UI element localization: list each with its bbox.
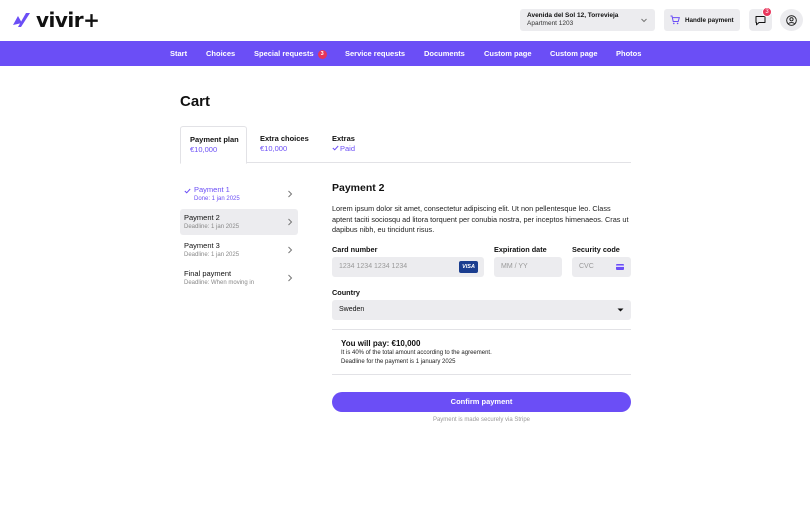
tab-extras[interactable]: Extras Paid: [323, 126, 373, 163]
nav-item-custom-page-1[interactable]: Custom page: [484, 41, 532, 66]
summary-deadline: Deadline for the payment is 1 january 20…: [341, 358, 456, 365]
check-icon: [332, 145, 339, 151]
security-code-label: Security code: [572, 245, 620, 254]
card-number-placeholder: 1234 1234 1234 1234: [339, 263, 408, 270]
tab-title: Extras: [332, 134, 355, 143]
step-item-payment-1[interactable]: Payment 1 Done: 1 jan 2025: [180, 181, 298, 207]
handle-payment-button[interactable]: Handle payment: [664, 9, 740, 31]
expiration-placeholder: MM / YY: [501, 263, 528, 270]
card-number-input[interactable]: 1234 1234 1234 1234 VISA: [332, 257, 484, 277]
user-icon: [786, 14, 797, 26]
step-item-payment-3[interactable]: Payment 3 Deadline: 1 jan 2025: [180, 237, 298, 263]
tab-amount: €10,000: [260, 144, 288, 153]
step-title: Payment 3: [184, 241, 220, 250]
country-select[interactable]: Sweden: [332, 300, 631, 320]
card-cvc-icon: [616, 264, 624, 270]
nav-item-photos[interactable]: Photos: [616, 41, 641, 66]
chevron-down-icon: [641, 18, 647, 23]
tab-title: Extra choices: [260, 134, 309, 143]
secure-payment-note: Payment is made securely via Stripe: [432, 417, 531, 423]
payment-title: Payment 2: [332, 182, 385, 194]
cart-icon: [670, 15, 680, 25]
chevron-right-icon: [288, 274, 293, 282]
chevron-down-icon: [617, 308, 624, 312]
step-deadline: Done: 1 jan 2025: [194, 196, 240, 202]
cart-tabs: Payment plan €10,000 Extra choices €10,0…: [180, 126, 631, 164]
confirm-payment-button[interactable]: Confirm payment: [332, 392, 631, 412]
user-menu-button[interactable]: [780, 9, 803, 31]
logo-mark-icon: [13, 13, 30, 27]
nav-item-choices[interactable]: Choices: [206, 41, 235, 66]
payment-steps: Payment 1 Done: 1 jan 2025 Payment 2 Dea…: [180, 181, 298, 293]
top-header: vivir+ Avenida del Sol 12, Torrevieja Ap…: [0, 0, 810, 41]
logo[interactable]: vivir+: [12, 8, 100, 32]
nav-item-service-requests[interactable]: Service requests: [345, 41, 405, 66]
nav-item-special-requests[interactable]: Special requests 3: [254, 41, 327, 66]
address-selector[interactable]: Avenida del Sol 12, Torrevieja Apartment…: [520, 9, 655, 31]
step-item-final-payment[interactable]: Final payment Deadline: When moving in: [180, 265, 298, 291]
address-line1: Avenida del Sol 12, Torrevieja: [527, 12, 619, 19]
nav-item-custom-page-2[interactable]: Custom page: [550, 41, 598, 66]
tab-status-label: Paid: [340, 144, 356, 153]
expiration-input[interactable]: MM / YY: [494, 257, 562, 277]
step-item-payment-2[interactable]: Payment 2 Deadline: 1 jan 2025: [180, 209, 298, 235]
tab-amount: €10,000: [190, 145, 218, 154]
summary-percentage: It is 40% of the total amount according …: [341, 350, 492, 356]
chevron-right-icon: [288, 246, 293, 254]
tab-title: Payment plan: [190, 135, 239, 144]
payment-summary: You will pay: €10,000 It is 40% of the t…: [332, 329, 631, 375]
main-nav: Start Choices Special requests 3 Service …: [0, 41, 810, 66]
messages-badge: 3: [762, 7, 772, 17]
nav-item-special-requests-label: Special requests: [254, 49, 314, 58]
messages-button[interactable]: 3: [749, 7, 772, 31]
security-code-placeholder: CVC: [579, 263, 594, 270]
step-title: Final payment: [184, 269, 232, 278]
tab-extra-choices[interactable]: Extra choices €10,000: [251, 126, 323, 163]
payment-description: Lorem ipsum dolor sit amet, consectetur …: [332, 204, 629, 234]
logo-text: vivir+: [36, 8, 100, 32]
step-deadline: Deadline: 1 jan 2025: [184, 252, 240, 258]
country-label: Country: [332, 288, 360, 297]
address-line2: Apartment 1203: [527, 20, 574, 27]
page-title: Cart: [180, 93, 211, 110]
tab-status: Paid: [332, 144, 364, 154]
card-number-label: Card number: [332, 245, 378, 254]
step-title: Payment 1: [194, 185, 230, 194]
chevron-right-icon: [288, 218, 293, 226]
tab-payment-plan[interactable]: Payment plan €10,000: [180, 126, 247, 164]
nav-item-start[interactable]: Start: [170, 41, 187, 66]
nav-item-documents[interactable]: Documents: [424, 41, 465, 66]
check-icon: [184, 188, 191, 194]
step-deadline: Deadline: 1 jan 2025: [184, 224, 240, 230]
special-requests-badge: 3: [317, 50, 327, 59]
step-deadline: Deadline: When moving in: [184, 280, 255, 286]
expiration-label: Expiration date: [494, 245, 547, 254]
visa-icon: VISA: [459, 261, 478, 273]
handle-payment-label: Handle payment: [685, 16, 734, 24]
summary-title: You will pay: €10,000: [341, 339, 421, 348]
country-value: Sweden: [339, 306, 365, 313]
security-code-input[interactable]: CVC: [572, 257, 631, 277]
step-title: Payment 2: [184, 213, 220, 222]
chevron-right-icon: [288, 190, 293, 198]
